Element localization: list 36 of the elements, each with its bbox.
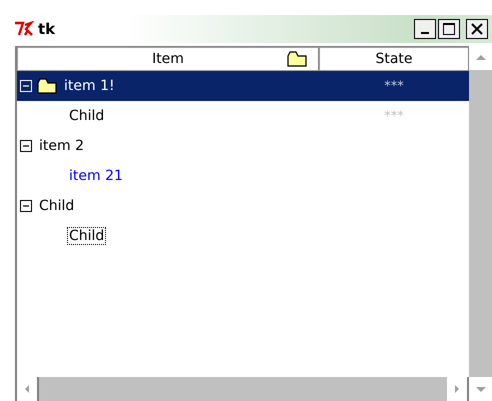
collapse-icon[interactable] [20, 200, 32, 212]
feather-logo-icon [14, 21, 34, 37]
up-arrow-icon [474, 54, 486, 62]
item-label: item 2 [38, 137, 85, 155]
minimize-icon [421, 32, 429, 34]
scroll-right-button[interactable] [447, 377, 469, 401]
tree-row[interactable]: item 1! *** [17, 71, 469, 101]
item-label: item 21 [68, 167, 124, 185]
down-arrow-icon [474, 385, 486, 393]
tree-row[interactable]: Child [17, 221, 469, 251]
maximize-icon [442, 22, 456, 36]
column-header[interactable]: State [319, 47, 469, 71]
close-icon [471, 23, 483, 35]
tree-row[interactable]: item 2 [17, 131, 469, 161]
right-arrow-icon [453, 384, 461, 394]
maximize-button[interactable] [438, 19, 460, 39]
horizontal-scrollbar[interactable] [17, 377, 469, 401]
scroll-down-button[interactable] [469, 377, 492, 401]
column-header[interactable]: Item [17, 47, 319, 71]
item-label: Child [68, 107, 106, 125]
item-label: Child [38, 197, 76, 215]
collapse-icon[interactable] [20, 140, 32, 152]
left-arrow-icon [23, 384, 31, 394]
window-title: tk [38, 20, 56, 38]
item-label: Child [67, 227, 106, 245]
state-value: *** [383, 78, 405, 94]
item-label: item 1! [63, 77, 116, 95]
vertical-scrollbar[interactable] [469, 46, 492, 401]
state-value: *** [383, 108, 405, 124]
scroll-up-button[interactable] [469, 46, 492, 70]
tree-row[interactable]: Child *** [17, 101, 469, 131]
tree-row[interactable]: Child [17, 191, 469, 221]
scroll-left-button[interactable] [17, 377, 39, 401]
minimize-button[interactable] [414, 19, 436, 39]
close-button[interactable] [466, 19, 488, 39]
tree-row[interactable]: item 21 [17, 161, 469, 191]
